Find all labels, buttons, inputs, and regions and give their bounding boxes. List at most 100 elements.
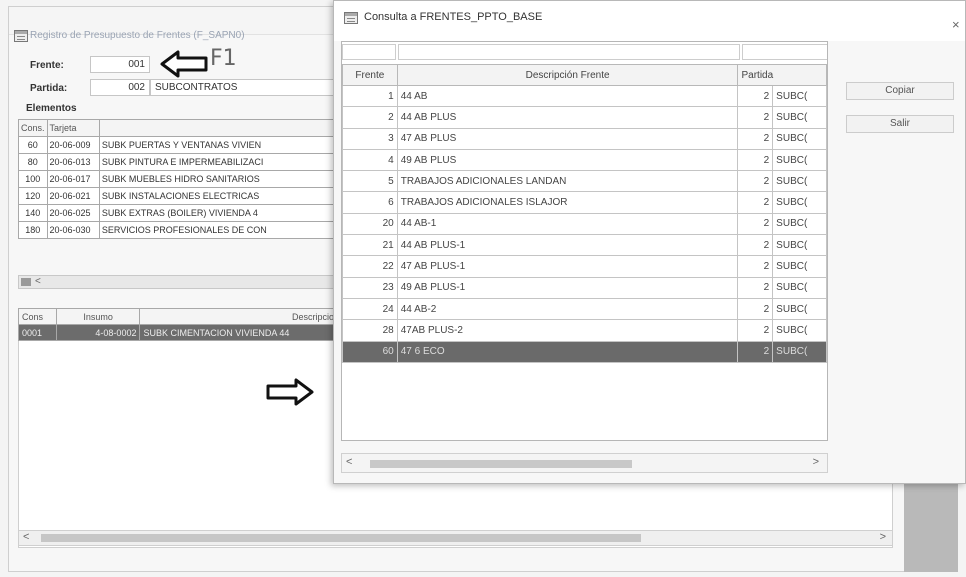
- table-row[interactable]: 24 44 AB-2 2 SUBC(: [342, 297, 827, 321]
- table-header-row: Cons Insumo Descripcio: [18, 308, 338, 325]
- table-row[interactable]: 4 49 AB PLUS 2 SUBC(: [342, 148, 827, 172]
- cell-partida: 2: [737, 276, 774, 299]
- table-row[interactable]: 5 TRABAJOS ADICIONALES LANDAN 2 SUBC(: [342, 170, 827, 193]
- table-row[interactable]: 1 44 AB 2 SUBC(: [342, 84, 827, 108]
- table-row[interactable]: 140 20-06-025 SUBK EXTRAS (BOILER) VIVIE…: [18, 204, 339, 222]
- cell-frente: 5: [342, 170, 398, 193]
- insumos-table: Cons Insumo Descripcio 0001 4-08-0002 SU…: [18, 308, 338, 341]
- scroll-left-arrow-icon[interactable]: <: [23, 531, 29, 543]
- scrollbar-thumb[interactable]: [21, 278, 31, 286]
- table-row[interactable]: 80 20-06-013 SUBK PINTURA E IMPERMEABILI…: [18, 153, 339, 171]
- column-header-descripcion[interactable]: [98, 119, 339, 137]
- filter-descripcion-input[interactable]: [398, 44, 740, 60]
- cell-frente: 2: [342, 106, 398, 129]
- cell-partida: 2: [737, 212, 774, 236]
- cell-partida-desc: SUBC(: [772, 191, 827, 214]
- cell-partida: 2: [737, 106, 774, 129]
- cell-frente: 22: [342, 255, 398, 278]
- scrollbar-thumb[interactable]: [41, 534, 641, 542]
- column-header-descripcion-frente[interactable]: Descripción Frente: [396, 64, 739, 86]
- cell-frente: 60: [342, 340, 398, 363]
- table-row[interactable]: 21 44 AB PLUS-1 2 SUBC(: [342, 234, 827, 257]
- table-row[interactable]: 120 20-06-021 SUBK INSTALACIONES ELECTRI…: [18, 187, 339, 205]
- cell-descripcion-frente: 47AB PLUS-2: [396, 319, 739, 342]
- cell-descripcion-frente: 47 AB PLUS-1: [396, 255, 739, 278]
- cell-descripcion: SUBK MUEBLES HIDRO SANITARIOS: [98, 170, 339, 188]
- cell-descripcion-frente: 49 AB PLUS-1: [396, 276, 739, 299]
- table-row[interactable]: 6 TRABAJOS ADICIONALES ISLAJOR 2 SUBC(: [342, 191, 827, 214]
- table-row-selected[interactable]: 0001 4-08-0002 SUBK CIMENTACION VIVIENDA…: [18, 324, 338, 341]
- cell-partida-desc: SUBC(: [772, 255, 827, 278]
- table-row[interactable]: 2 44 AB PLUS 2 SUBC(: [342, 106, 827, 129]
- cell-descripcion-frente: 44 AB-1: [396, 212, 739, 236]
- cell-descripcion-frente: 44 AB-2: [396, 297, 739, 321]
- frente-field[interactable]: 001: [90, 56, 150, 73]
- column-header-cons[interactable]: Cons: [18, 308, 57, 325]
- scroll-left-arrow-icon[interactable]: <: [35, 276, 41, 287]
- table-row[interactable]: 180 20-06-030 SERVICIOS PROFESIONALES DE…: [18, 221, 339, 239]
- elementos-label: Elementos: [26, 103, 77, 114]
- partida-description: SUBCONTRATOS: [150, 79, 335, 96]
- scroll-right-arrow-icon[interactable]: >: [813, 456, 819, 468]
- cell-tarjeta: 20-06-013: [46, 153, 100, 171]
- scrollbar-thumb[interactable]: [370, 460, 632, 468]
- cell-partida: 2: [737, 255, 774, 278]
- partida-field[interactable]: 002: [90, 79, 150, 96]
- cell-descripcion-frente: 44 AB PLUS: [396, 106, 739, 129]
- cell-tarjeta: 20-06-017: [46, 170, 100, 188]
- table-row[interactable]: 100 20-06-017 SUBK MUEBLES HIDRO SANITAR…: [18, 170, 339, 188]
- table-row[interactable]: 3 47 AB PLUS 2 SUBC(: [342, 127, 827, 150]
- close-icon[interactable]: ×: [952, 17, 960, 32]
- arrow-right-icon: [266, 378, 314, 406]
- cell-partida-desc: SUBC(: [772, 84, 827, 108]
- cell-partida: 2: [737, 170, 774, 193]
- table-header-row: Cons. Tarjeta: [18, 119, 339, 137]
- f1-key-annotation: F1: [210, 46, 237, 71]
- grid-horizontal-scrollbar[interactable]: < >: [341, 453, 828, 473]
- dialog-title: Consulta a FRENTES_PPTO_BASE: [364, 11, 543, 23]
- cell-descripcion-frente: 47 6 ECO: [396, 340, 739, 363]
- column-header-partida[interactable]: Partida: [737, 64, 827, 86]
- table-row[interactable]: 22 47 AB PLUS-1 2 SUBC(: [342, 255, 827, 278]
- copiar-button[interactable]: Copiar: [846, 82, 954, 100]
- column-header-frente[interactable]: Frente: [342, 64, 398, 86]
- filter-frente-input[interactable]: [342, 44, 396, 60]
- table-row[interactable]: 20 44 AB-1 2 SUBC(: [342, 212, 827, 236]
- cell-descripcion: SUBK CIMENTACION VIVIENDA 44: [139, 324, 338, 341]
- column-header-descripcion[interactable]: Descripcio: [139, 308, 338, 325]
- frente-label: Frente:: [30, 60, 64, 71]
- cell-partida: 2: [737, 297, 774, 321]
- cell-insumo: 4-08-0002: [55, 324, 141, 341]
- cell-descripcion: SUBK PUERTAS Y VENTANAS VIVIEN: [98, 136, 339, 154]
- table-row[interactable]: 28 47AB PLUS-2 2 SUBC(: [342, 319, 827, 342]
- cell-descripcion-frente: 47 AB PLUS: [396, 127, 739, 150]
- cell-frente: 23: [342, 276, 398, 299]
- cell-descripcion: SUBK INSTALACIONES ELECTRICAS: [98, 187, 339, 205]
- filter-partida-input[interactable]: [742, 44, 827, 60]
- column-header-tarjeta[interactable]: Tarjeta: [46, 119, 100, 137]
- elementos-horizontal-scrollbar[interactable]: <: [18, 275, 338, 289]
- scroll-left-arrow-icon[interactable]: <: [346, 456, 352, 468]
- salir-button[interactable]: Salir: [846, 115, 954, 133]
- frentes-grid: Frente Descripción Frente Partida 1 44 AB…: [341, 41, 828, 441]
- cell-partida-desc: SUBC(: [772, 297, 827, 321]
- cell-frente: 24: [342, 297, 398, 321]
- cell-partida: 2: [737, 191, 774, 214]
- cell-cons: 80: [18, 153, 48, 171]
- cell-cons: 180: [18, 221, 48, 239]
- cell-partida-desc: SUBC(: [772, 212, 827, 236]
- bottom-horizontal-scrollbar[interactable]: < >: [18, 530, 893, 546]
- cell-cons: 60: [18, 136, 48, 154]
- table-row[interactable]: 23 49 AB PLUS-1 2 SUBC(: [342, 276, 827, 299]
- cell-partida-desc: SUBC(: [772, 276, 827, 299]
- column-header-insumo[interactable]: Insumo: [55, 308, 141, 325]
- elementos-table: Cons. Tarjeta 60 20-06-009 SUBK PUERTAS …: [18, 119, 339, 239]
- cell-tarjeta: 20-06-030: [46, 221, 100, 239]
- table-row-selected[interactable]: 60 47 6 ECO 2 SUBC(: [342, 340, 827, 363]
- cell-partida-desc: SUBC(: [772, 170, 827, 193]
- cell-descripcion: SERVICIOS PROFESIONALES DE CON: [98, 221, 339, 239]
- column-header-cons[interactable]: Cons.: [18, 119, 48, 137]
- scroll-right-arrow-icon[interactable]: >: [880, 531, 886, 543]
- table-row[interactable]: 60 20-06-009 SUBK PUERTAS Y VENTANAS VIV…: [18, 136, 339, 154]
- cell-partida: 2: [737, 234, 774, 257]
